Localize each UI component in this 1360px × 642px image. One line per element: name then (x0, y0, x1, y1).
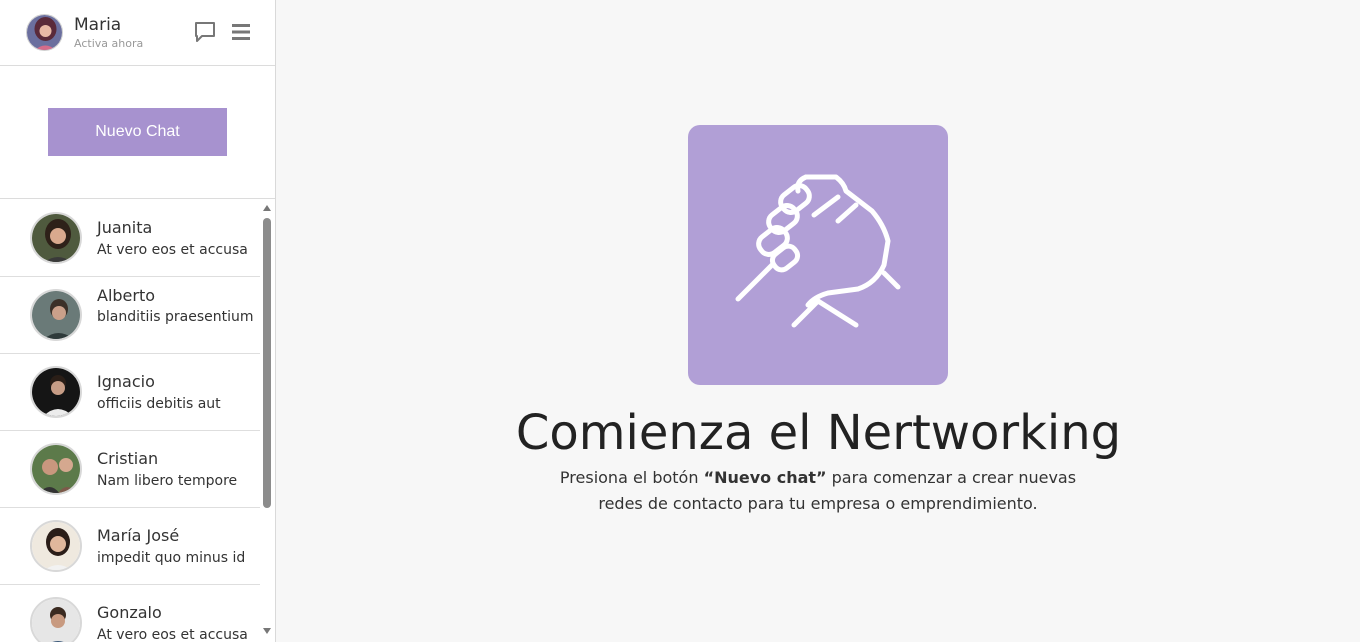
hero-description: Presiona el botón “Nuevo chat” para come… (548, 465, 1088, 517)
profile-avatar[interactable] (26, 14, 63, 51)
hero-description-highlight: “Nuevo chat” (703, 468, 827, 487)
scroll-thumb[interactable] (263, 218, 271, 508)
chat-message: officiis debitis aut (97, 396, 221, 412)
new-chat-section: Nuevo Chat (0, 66, 275, 199)
profile-name: Maria (74, 15, 122, 35)
scroll-up-arrow-icon[interactable] (263, 205, 271, 211)
chat-item-gonzalo[interactable]: Gonzalo At vero eos et accusa (0, 585, 260, 642)
chat-name: Juanita (97, 218, 153, 237)
chat-message: At vero eos et accusa (97, 627, 248, 642)
chat-message: Nam libero tempore (97, 473, 238, 489)
chat-message: At vero eos et accusa (97, 242, 248, 258)
chat-name: Ignacio (97, 372, 155, 391)
chat-name: Alberto (97, 286, 156, 305)
avatar (30, 597, 82, 642)
chat-item-alberto[interactable]: Alberto blanditiis praesentium (0, 277, 260, 354)
handshake-icon (688, 125, 948, 385)
avatar (30, 520, 82, 572)
hero-description-start: Presiona el botón (559, 468, 704, 487)
chat-item-ignacio[interactable]: Ignacio officiis debitis aut (0, 354, 260, 431)
new-chat-button[interactable]: Nuevo Chat (48, 108, 227, 156)
scroll-down-arrow-icon[interactable] (263, 628, 271, 634)
chat-message: impedit quo minus id (97, 550, 246, 566)
avatar (30, 366, 82, 418)
profile-status: Activa ahora (74, 37, 144, 50)
hamburger-menu-icon[interactable] (230, 20, 254, 44)
chat-bubble-icon[interactable] (193, 20, 217, 44)
chat-item-juanita[interactable]: Juanita At vero eos et accusa (0, 200, 260, 277)
chat-name: María José (97, 526, 180, 545)
chat-name: Gonzalo (97, 603, 162, 622)
avatar (30, 212, 82, 264)
chat-list-scrollbar[interactable] (261, 200, 274, 642)
chat-item-cristian[interactable]: Cristian Nam libero tempore (0, 431, 260, 508)
avatar (30, 289, 82, 341)
chat-item-maria-jose[interactable]: María José impedit quo minus id (0, 508, 260, 585)
profile-header: Maria Activa ahora (0, 0, 275, 66)
chat-message: blanditiis praesentium (97, 309, 254, 325)
sidebar: Maria Activa ahora Nuevo Chat Juanita At… (0, 0, 276, 642)
hero-title: Comienza el Nertworking (515, 405, 1122, 461)
main-panel: Comienza el Nertworking Presiona el botó… (277, 0, 1360, 642)
chat-list: Juanita At vero eos et accusa Alberto bl… (0, 200, 275, 642)
chat-name: Cristian (97, 449, 159, 468)
avatar (30, 443, 82, 495)
